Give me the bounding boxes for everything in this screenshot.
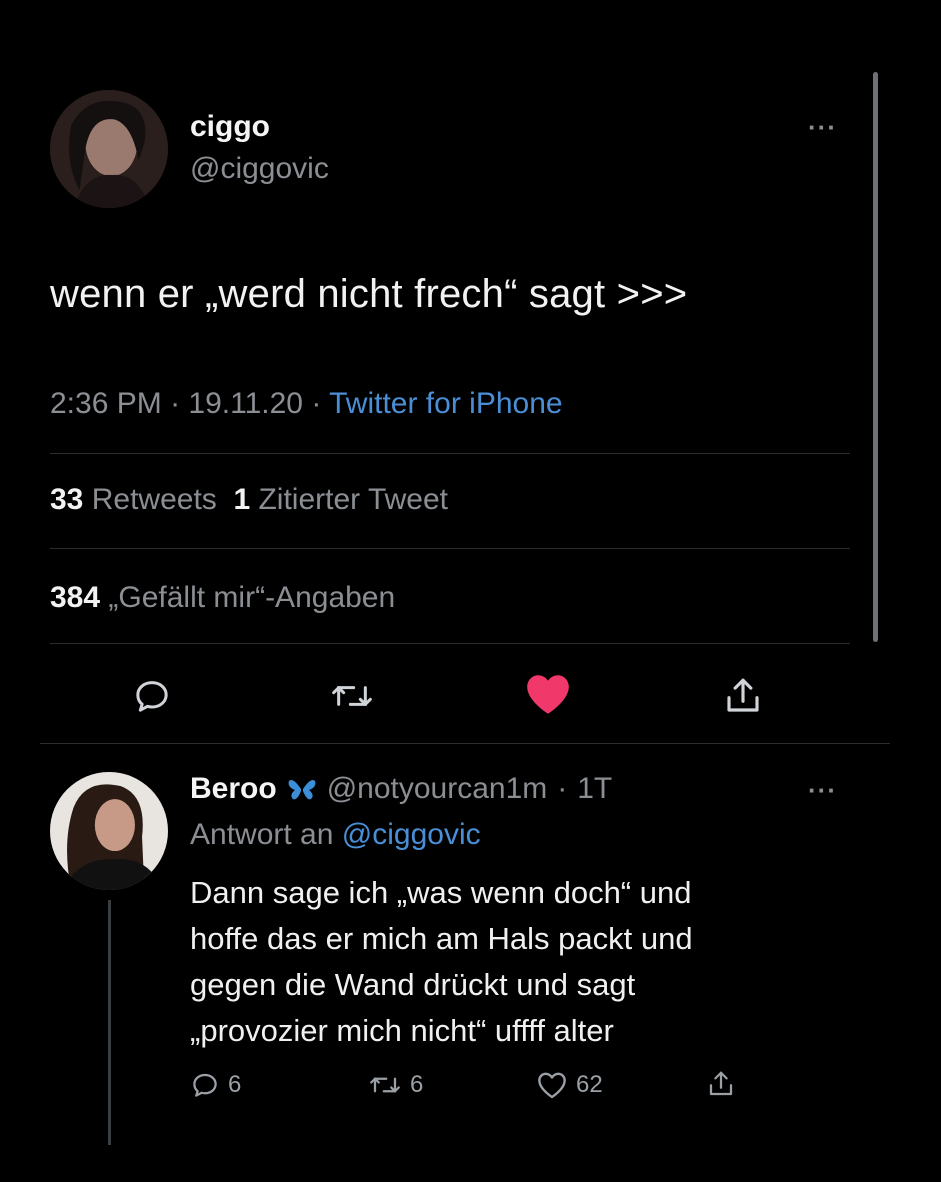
likes-stats[interactable]: 384 „Gefällt mir“-Angaben <box>50 581 395 615</box>
quotes-count: 1 <box>233 483 251 516</box>
meta-separator: · <box>557 772 568 805</box>
meta-separator: · <box>170 387 181 420</box>
tweet-text: wenn er „werd nicht frech“ sagt >>> <box>50 272 688 316</box>
retweets-count: 33 <box>50 483 84 516</box>
avatar-image <box>50 90 168 208</box>
retweets-label: Retweets <box>91 483 217 516</box>
reply-share-button[interactable] <box>706 1068 736 1100</box>
reply-to-line: Antwort an @ciggovic <box>190 818 481 852</box>
reply-author-name[interactable]: Beroo <box>190 772 277 806</box>
reply-retweet-button[interactable]: 6 <box>368 1070 423 1100</box>
retweet-button[interactable] <box>326 672 378 720</box>
reply-button[interactable] <box>128 672 176 720</box>
reply-text-line: gegen die Wand drückt und sagt <box>190 967 636 1002</box>
butterfly-icon <box>288 780 316 800</box>
meta-separator: · <box>311 387 322 420</box>
reply-text-line: „provozier mich nicht“ uffff alter <box>190 1013 614 1048</box>
heart-filled-icon <box>527 675 569 714</box>
reply-text-line: hoffe das er mich am Hals packt und <box>190 921 693 956</box>
likes-count: 384 <box>50 581 101 614</box>
reply-to-label: Antwort an <box>190 818 334 851</box>
tweet-time: 2:36 PM <box>50 387 162 420</box>
reply-avatar[interactable] <box>50 772 168 890</box>
retweet-icon <box>332 686 372 706</box>
retweet-count: 6 <box>410 1071 424 1098</box>
divider <box>50 548 850 549</box>
reply-more-options-button[interactable]: ··· <box>808 775 837 806</box>
reply-text-line: Dann sage ich „was wenn doch“ und <box>190 875 692 910</box>
reply-reply-button[interactable]: 6 <box>190 1070 241 1100</box>
reply-timestamp: 1T <box>577 772 613 805</box>
divider <box>40 743 890 744</box>
author-name[interactable]: ciggo <box>190 110 270 144</box>
share-button[interactable] <box>718 670 768 722</box>
share-icon <box>709 1071 733 1096</box>
reply-like-button[interactable]: 62 <box>536 1070 603 1100</box>
thread-line <box>108 900 111 1145</box>
retweet-icon <box>370 1077 400 1093</box>
quotes-label: Zitierter Tweet <box>258 483 448 516</box>
reply-to-handle[interactable]: @ciggovic <box>342 818 481 851</box>
retweet-stats[interactable]: 33 Retweets 1 Zitierter Tweet <box>50 483 448 517</box>
reply-count: 6 <box>228 1071 242 1098</box>
reply-avatar-image <box>50 772 168 890</box>
heart-icon <box>538 1072 566 1099</box>
author-handle[interactable]: @ciggovic <box>190 152 329 186</box>
tweet-meta: 2:36 PM · 19.11.20 · Twitter for iPhone <box>50 387 563 421</box>
like-button[interactable] <box>520 668 576 720</box>
tweet-source-link[interactable]: Twitter for iPhone <box>329 387 562 420</box>
scrollbar[interactable] <box>873 72 878 642</box>
reply-header: Beroo @notyourcan1m · 1T <box>190 772 612 806</box>
share-icon <box>727 678 759 712</box>
reply-icon <box>193 1073 217 1097</box>
divider <box>50 643 850 644</box>
reply-icon <box>136 681 168 712</box>
divider <box>50 453 850 454</box>
reply-author-handle[interactable]: @notyourcan1m <box>327 772 548 806</box>
more-options-button[interactable]: ··· <box>808 112 837 143</box>
tweet-date: 19.11.20 <box>188 387 303 420</box>
reply-text: Dann sage ich „was wenn doch“ und hoffe … <box>190 870 693 1054</box>
avatar[interactable] <box>50 90 168 208</box>
like-count: 62 <box>576 1071 603 1098</box>
likes-label: „Gefällt mir“-Angaben <box>108 581 396 614</box>
